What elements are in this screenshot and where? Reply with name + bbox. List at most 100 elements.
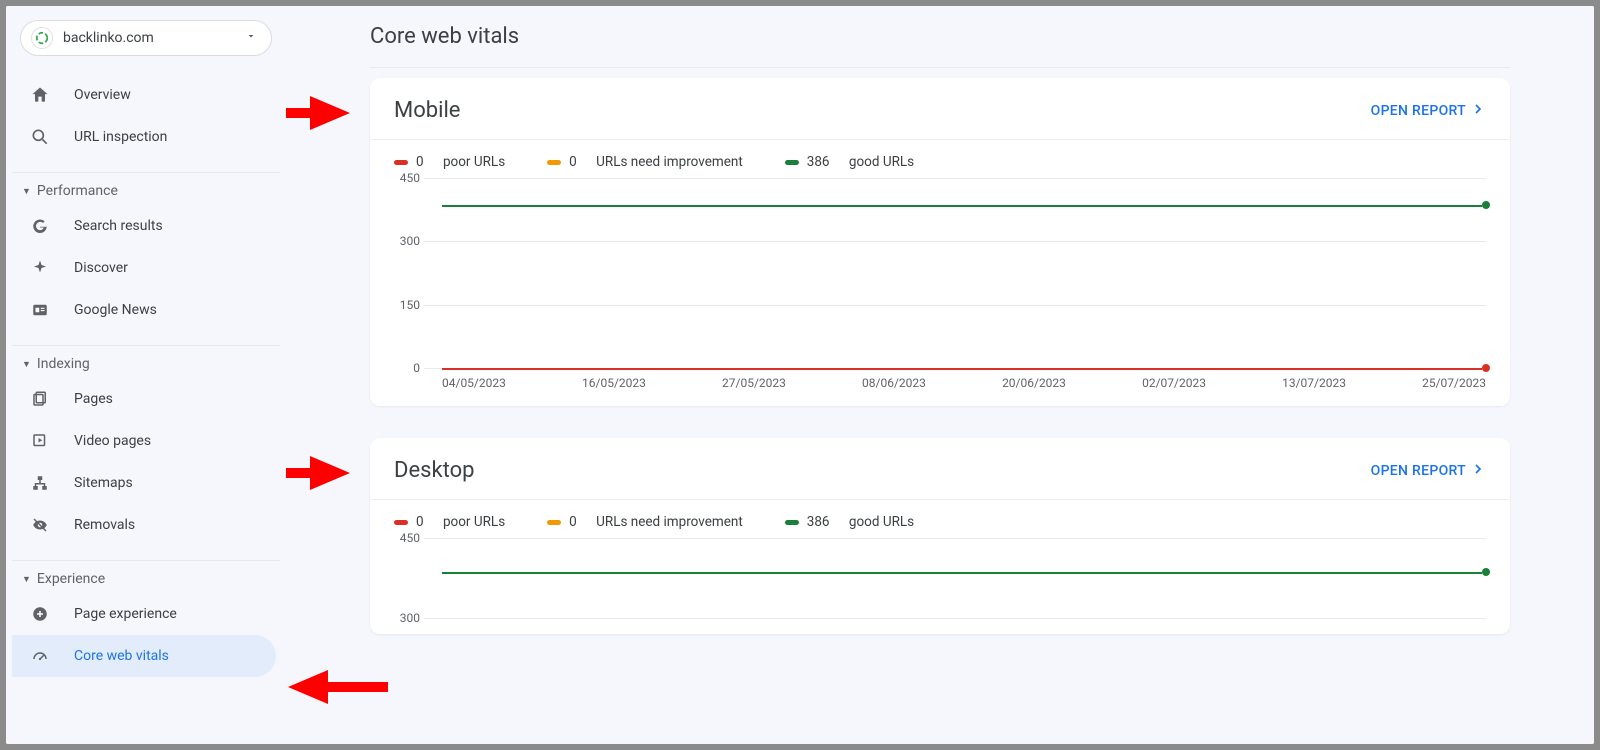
x-tick: 08/06/2023 — [862, 376, 926, 390]
sitemap-icon — [30, 473, 50, 493]
open-report-label: OPEN REPORT — [1371, 463, 1466, 479]
sidebar-item-label: URL inspection — [74, 129, 167, 145]
legend-good-count: 386 — [807, 154, 830, 170]
sidebar-item-label: Search results — [74, 218, 163, 234]
legend-swatch-icon — [785, 160, 799, 165]
mobile-chart: 450 300 150 0 04/05/2023 — [370, 174, 1510, 406]
y-tick: 300 — [394, 234, 420, 248]
sidebar-section-experience[interactable]: ▼ Experience — [12, 560, 280, 593]
search-icon — [30, 127, 50, 147]
legend-poor-count: 0 — [416, 154, 424, 170]
sidebar-item-label: Pages — [74, 391, 113, 407]
arrow-annotation-icon — [286, 96, 350, 130]
chart-line-good — [442, 572, 1482, 574]
legend-swatch-icon — [394, 160, 408, 165]
y-tick: 300 — [394, 611, 420, 625]
sidebar-item-page-experience[interactable]: Page experience — [12, 593, 276, 635]
panel-title: Desktop — [394, 458, 475, 483]
sidebar-item-google-news[interactable]: Google News — [12, 289, 276, 331]
legend-need: 0 URLs need improvement — [547, 154, 743, 170]
chart-legend: 0 poor URLs 0 URLs need improvement 386 … — [370, 140, 1510, 174]
arrow-annotation-icon — [286, 456, 350, 490]
sidebar-item-core-web-vitals[interactable]: Core web vitals — [12, 635, 276, 677]
x-tick: 13/07/2023 — [1282, 376, 1346, 390]
panel-title: Mobile — [394, 98, 460, 123]
g-logo-icon — [30, 216, 50, 236]
sidebar-item-label: Page experience — [74, 606, 177, 622]
legend-need-count: 0 — [569, 154, 577, 170]
chart-endpoint-good — [1482, 201, 1490, 209]
chevron-right-icon — [1470, 461, 1486, 481]
legend-swatch-icon — [547, 160, 561, 165]
gauge-icon — [30, 646, 50, 666]
sidebar-item-pages[interactable]: Pages — [12, 378, 276, 420]
legend-poor: 0 poor URLs — [394, 154, 505, 170]
y-tick: 450 — [394, 531, 420, 545]
y-tick: 0 — [394, 361, 420, 375]
legend-poor-count: 0 — [416, 514, 424, 530]
x-tick: 02/07/2023 — [1142, 376, 1206, 390]
arrow-annotation-icon — [288, 670, 388, 704]
sidebar-item-label: Discover — [74, 260, 128, 276]
sidebar-item-search-results[interactable]: Search results — [12, 205, 276, 247]
property-favicon — [31, 27, 53, 49]
pages-icon — [30, 389, 50, 409]
caret-down-icon: ▼ — [22, 359, 31, 370]
x-tick: 16/05/2023 — [582, 376, 646, 390]
page-title: Core web vitals — [370, 24, 1510, 68]
desktop-chart: 450 300 — [370, 534, 1510, 634]
sidebar-section-performance[interactable]: ▼ Performance — [12, 172, 280, 205]
legend-swatch-icon — [785, 520, 799, 525]
x-tick: 25/07/2023 — [1422, 376, 1486, 390]
legend-good-label: good URLs — [849, 154, 914, 170]
x-tick: 20/06/2023 — [1002, 376, 1066, 390]
x-tick: 04/05/2023 — [442, 376, 506, 390]
sidebar-section-label: Indexing — [37, 356, 90, 372]
sidebar-section-indexing[interactable]: ▼ Indexing — [12, 345, 280, 378]
x-tick: 27/05/2023 — [722, 376, 786, 390]
sidebar-section-label: Performance — [37, 183, 118, 199]
y-tick: 150 — [394, 298, 420, 312]
legend-need: 0 URLs need improvement — [547, 514, 743, 530]
sidebar: backlinko.com Overview URL inspection ▼ … — [6, 6, 286, 744]
news-icon — [30, 300, 50, 320]
chevron-down-icon — [245, 30, 257, 46]
open-report-button[interactable]: OPEN REPORT — [1371, 461, 1486, 481]
video-pages-icon — [30, 431, 50, 451]
legend-good-count: 386 — [807, 514, 830, 530]
sidebar-item-sitemaps[interactable]: Sitemaps — [12, 462, 276, 504]
legend-poor-label: poor URLs — [443, 154, 505, 170]
sidebar-item-overview[interactable]: Overview — [12, 74, 276, 116]
legend-good: 386 good URLs — [785, 154, 914, 170]
chart-legend: 0 poor URLs 0 URLs need improvement 386 … — [370, 500, 1510, 534]
sidebar-item-label: Removals — [74, 517, 135, 533]
legend-swatch-icon — [394, 520, 408, 525]
chart-endpoint-good — [1482, 568, 1490, 576]
sidebar-item-label: Google News — [74, 302, 157, 318]
property-picker[interactable]: backlinko.com — [20, 20, 272, 56]
chart-line-poor — [442, 368, 1482, 370]
sidebar-item-removals[interactable]: Removals — [12, 504, 276, 546]
chevron-right-icon — [1470, 101, 1486, 121]
legend-poor-label: poor URLs — [443, 514, 505, 530]
desktop-panel: Desktop OPEN REPORT 0 poor URLs 0 — [370, 438, 1510, 634]
caret-down-icon: ▼ — [22, 186, 31, 197]
chart-endpoint-poor — [1482, 364, 1490, 372]
sidebar-item-url-inspection[interactable]: URL inspection — [12, 116, 276, 158]
eye-off-icon — [30, 515, 50, 535]
sidebar-item-video-pages[interactable]: Video pages — [12, 420, 276, 462]
mobile-panel: Mobile OPEN REPORT 0 poor URLs 0 — [370, 78, 1510, 406]
main-content: Core web vitals Mobile OPEN REPORT — [286, 6, 1594, 744]
chart-line-good — [442, 205, 1482, 207]
caret-down-icon: ▼ — [22, 574, 31, 585]
legend-swatch-icon — [547, 520, 561, 525]
panel-header: Desktop OPEN REPORT — [370, 438, 1510, 500]
sidebar-item-label: Core web vitals — [74, 648, 169, 664]
plus-circle-icon — [30, 604, 50, 624]
property-domain: backlinko.com — [63, 30, 235, 46]
legend-good-label: good URLs — [849, 514, 914, 530]
app-root: backlinko.com Overview URL inspection ▼ … — [6, 6, 1594, 744]
panel-header: Mobile OPEN REPORT — [370, 78, 1510, 140]
sidebar-item-discover[interactable]: Discover — [12, 247, 276, 289]
open-report-button[interactable]: OPEN REPORT — [1371, 101, 1486, 121]
